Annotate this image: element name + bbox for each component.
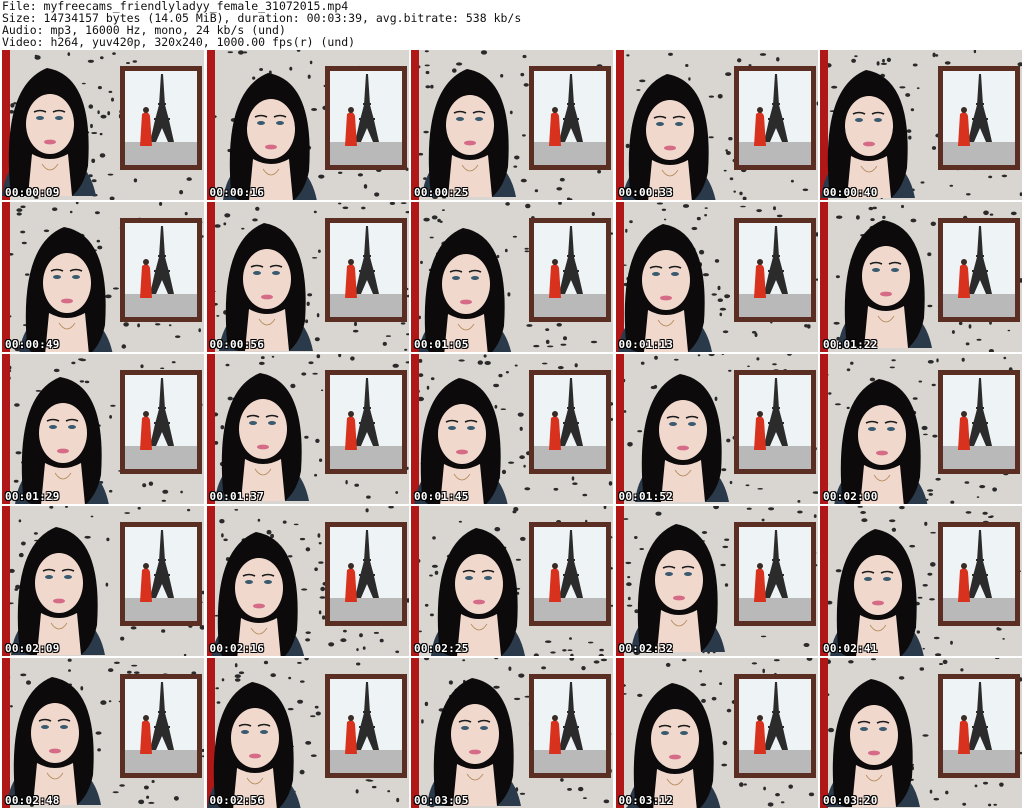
timestamp-label: 00:00:25	[414, 186, 469, 199]
file-info-header: File: myfreecams_friendlyladyy_female_31…	[2, 0, 1022, 50]
timestamp-label: 00:02:16	[209, 642, 265, 655]
video-thumbnail: 00:02:25	[411, 506, 613, 656]
timestamp-label: 00:02:25	[414, 642, 469, 655]
timestamp-label: 00:03:05	[414, 794, 469, 807]
video-thumbnail: 00:02:00	[820, 354, 1022, 504]
timestamp-label: 00:00:16	[209, 186, 265, 199]
video-frame-image	[820, 658, 1022, 808]
video-thumbnail: 00:01:05	[411, 202, 613, 352]
video-frame-image	[411, 354, 613, 504]
video-frame-image	[2, 354, 204, 504]
video-thumbnail: 00:03:05	[411, 658, 613, 808]
video-frame-image	[206, 506, 409, 656]
timestamp-label: 00:01:45	[414, 490, 469, 503]
video-frame-image	[820, 506, 1022, 656]
video-thumbnail: 00:00:16	[206, 50, 409, 200]
video-thumbnail: 00:02:09	[2, 506, 204, 656]
timestamp-label: 00:00:33	[618, 186, 674, 199]
video-thumbnail: 00:01:13	[615, 202, 818, 352]
video-thumbnail: 00:02:48	[2, 658, 204, 808]
video-thumbnail: 00:03:20	[820, 658, 1022, 808]
video-thumbnail: 00:00:33	[615, 50, 818, 200]
timestamp-label: 00:01:29	[5, 490, 60, 503]
timestamp-label: 00:02:48	[5, 794, 60, 807]
video-line: Video: h264, yuv420p, 320x240, 1000.00 f…	[2, 35, 356, 49]
video-thumbnail: 00:01:29	[2, 354, 204, 504]
timestamp-label: 00:00:56	[209, 338, 265, 351]
video-frame-image	[615, 50, 818, 200]
video-frame-image	[615, 506, 818, 656]
video-frame-image	[2, 50, 204, 200]
video-frame-image	[820, 202, 1022, 352]
video-frame-image	[206, 658, 409, 808]
video-frame-image	[2, 202, 204, 352]
video-frame-image	[206, 50, 409, 200]
timestamp-label: 00:02:09	[5, 642, 60, 655]
video-frame-image	[615, 354, 818, 504]
video-thumbnail: 00:02:32	[615, 506, 818, 656]
video-frame-image	[2, 506, 204, 656]
timestamp-label: 00:01:05	[414, 338, 469, 351]
video-thumbnail: 00:03:12	[615, 658, 818, 808]
video-thumbnail: 00:00:49	[2, 202, 204, 352]
video-frame-image	[820, 50, 1022, 200]
video-thumbnail: 00:00:56	[206, 202, 409, 352]
timestamp-label: 00:02:00	[823, 490, 878, 503]
video-thumbnail: 00:02:16	[206, 506, 409, 656]
video-frame-image	[206, 354, 409, 504]
timestamp-label: 00:01:52	[618, 490, 674, 503]
video-thumbnail: 00:01:37	[206, 354, 409, 504]
thumbnail-grid: 00:00:09 00:00:16 00:00:25 00:00:33 00:0…	[2, 50, 1022, 810]
video-frame-image	[820, 354, 1022, 504]
video-frame-image	[2, 658, 204, 808]
timestamp-label: 00:00:49	[5, 338, 60, 351]
video-frame-image	[411, 506, 613, 656]
timestamp-label: 00:00:09	[5, 186, 60, 199]
video-thumbnail: 00:00:09	[2, 50, 204, 200]
video-thumbnail: 00:01:52	[615, 354, 818, 504]
video-frame-image	[615, 202, 818, 352]
video-thumbnail: 00:00:25	[411, 50, 613, 200]
timestamp-label: 00:03:20	[823, 794, 878, 807]
timestamp-label: 00:03:12	[618, 794, 674, 807]
video-thumbnail: 00:01:22	[820, 202, 1022, 352]
video-frame-image	[411, 658, 613, 808]
timestamp-label: 00:02:56	[209, 794, 265, 807]
timestamp-label: 00:00:40	[823, 186, 878, 199]
timestamp-label: 00:01:37	[209, 490, 265, 503]
timestamp-label: 00:02:41	[823, 642, 878, 655]
video-thumbnail: 00:02:56	[206, 658, 409, 808]
timestamp-label: 00:01:22	[823, 338, 878, 351]
timestamp-label: 00:02:32	[618, 642, 674, 655]
timestamp-label: 00:01:13	[618, 338, 674, 351]
video-thumbnail: 00:00:40	[820, 50, 1022, 200]
video-thumbnail: 00:02:41	[820, 506, 1022, 656]
video-frame-image	[411, 202, 613, 352]
video-frame-image	[206, 202, 409, 352]
video-thumbnail: 00:01:45	[411, 354, 613, 504]
video-frame-image	[615, 658, 818, 808]
video-frame-image	[411, 50, 613, 200]
